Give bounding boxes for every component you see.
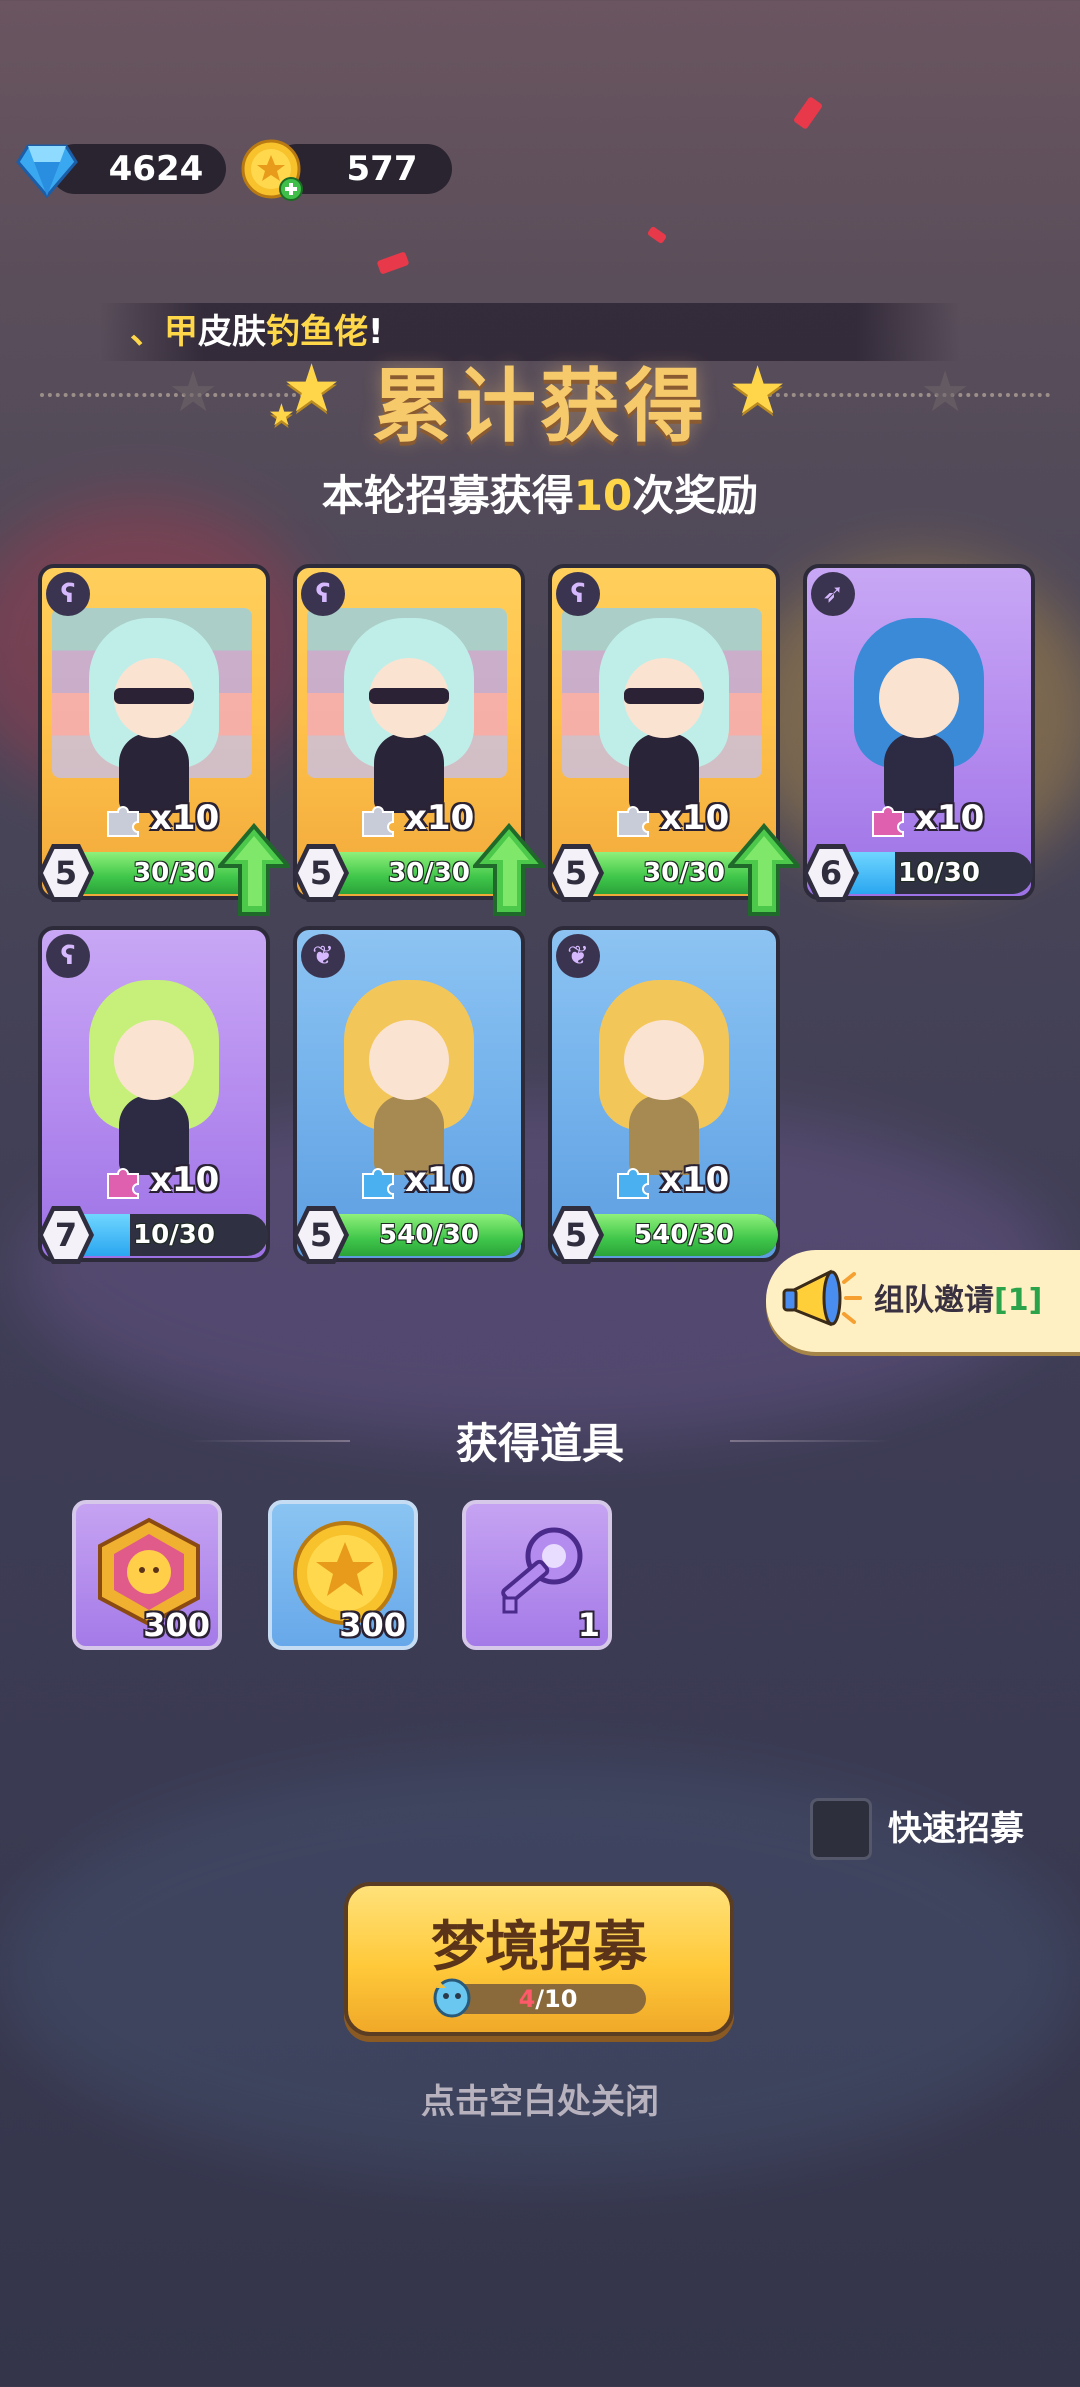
hero-card[interactable]: ❦ x10 540/30 5 bbox=[293, 926, 525, 1264]
level-badge: 5 bbox=[548, 844, 604, 902]
staff-icon: ʕ bbox=[46, 572, 90, 616]
dream-recruit-button[interactable]: 梦境招募 4/10 bbox=[344, 1882, 734, 2036]
level-number: 6 bbox=[819, 854, 843, 892]
wings-icon: ❦ bbox=[556, 934, 600, 978]
hero-portrait bbox=[324, 608, 494, 818]
close-hint: 点击空白处关闭 bbox=[421, 2082, 659, 2122]
quick-recruit-checkbox[interactable] bbox=[810, 1798, 872, 1860]
level-number: 5 bbox=[309, 1216, 333, 1254]
subtitle-prefix: 本轮招募获得 bbox=[321, 471, 574, 520]
hero-visor bbox=[114, 688, 194, 704]
team-invite-button[interactable]: 组队邀请[1] bbox=[766, 1250, 1080, 1352]
hero-card[interactable]: ʕ x10 30/30 5 bbox=[293, 564, 545, 916]
hero-portrait bbox=[69, 608, 239, 818]
item-quantity: 1 bbox=[577, 1606, 600, 1644]
hero-visor bbox=[369, 688, 449, 704]
subtitle-count: 10 bbox=[573, 471, 633, 520]
megaphone-icon bbox=[782, 1269, 862, 1327]
shard-count: x10 bbox=[150, 1160, 220, 1200]
upgrade-arrow-icon bbox=[473, 822, 545, 916]
hero-card[interactable]: ʕ x10 30/30 5 bbox=[38, 564, 290, 916]
bow-icon: ➶ bbox=[811, 572, 855, 616]
invite-count: [1] bbox=[994, 1283, 1043, 1318]
puzzle-shard-icon bbox=[362, 806, 394, 837]
subtitle-suffix: 次奖励 bbox=[632, 471, 759, 520]
level-number: 5 bbox=[309, 854, 333, 892]
hero-face bbox=[369, 1020, 449, 1100]
items-section-title: 获得道具 bbox=[455, 1419, 624, 1468]
level-badge: 7 bbox=[38, 1206, 94, 1264]
upgrade-arrow-icon bbox=[728, 822, 800, 916]
level-badge: 5 bbox=[293, 1206, 349, 1264]
hero-portrait bbox=[579, 970, 749, 1180]
puzzle-shard-icon bbox=[617, 1168, 649, 1199]
wings-icon: ❦ bbox=[301, 934, 345, 978]
hero-face bbox=[114, 1020, 194, 1100]
level-number: 5 bbox=[564, 854, 588, 892]
shard-count: x10 bbox=[405, 798, 475, 838]
level-number: 7 bbox=[54, 1216, 78, 1254]
shard-count: x10 bbox=[915, 798, 985, 838]
hero-portrait bbox=[579, 608, 749, 818]
upgrade-arrow-icon bbox=[218, 822, 290, 916]
reward-item-key[interactable]: 1 bbox=[462, 1500, 612, 1650]
recruit-progress-total: /10 bbox=[535, 1985, 578, 2013]
shard-count: x10 bbox=[660, 798, 730, 838]
hero-portrait bbox=[69, 970, 239, 1180]
shard-count: x10 bbox=[405, 1160, 475, 1200]
shard-count: x10 bbox=[150, 798, 220, 838]
shard-count: x10 bbox=[660, 1160, 730, 1200]
page-subtitle: 本轮招募获得10次奖励 bbox=[0, 462, 1080, 523]
hero-visor bbox=[624, 688, 704, 704]
quick-recruit-label: 快速招募 bbox=[888, 1809, 1024, 1849]
puzzle-shard-icon bbox=[107, 1168, 139, 1199]
reward-item-medal[interactable]: 300 bbox=[72, 1500, 222, 1650]
level-number: 5 bbox=[54, 854, 78, 892]
gem-icon bbox=[16, 144, 78, 199]
invite-text: 组队邀请 bbox=[874, 1283, 994, 1318]
level-number: 5 bbox=[564, 1216, 588, 1254]
hero-face bbox=[624, 1020, 704, 1100]
level-badge: 6 bbox=[803, 844, 859, 902]
recruit-progress-text: 4/10 bbox=[450, 1982, 646, 2016]
team-invite-label: 组队邀请[1] bbox=[874, 1250, 1042, 1352]
hero-portrait bbox=[834, 608, 1004, 818]
staff-icon: ʕ bbox=[556, 572, 600, 616]
item-quantity: 300 bbox=[339, 1606, 406, 1644]
staff-icon: ʕ bbox=[46, 934, 90, 978]
level-badge: 5 bbox=[38, 844, 94, 902]
puzzle-shard-icon bbox=[362, 1168, 394, 1199]
coin-amount: 577 bbox=[346, 149, 418, 189]
recruit-progress-current: 4 bbox=[518, 1985, 536, 2013]
level-badge: 5 bbox=[548, 1206, 604, 1264]
item-quantity: 300 bbox=[143, 1606, 210, 1644]
hero-card[interactable]: ʕ x10 30/30 5 bbox=[548, 564, 800, 916]
staff-icon: ʕ bbox=[301, 572, 345, 616]
reward-item-coin[interactable]: 300 bbox=[268, 1500, 418, 1650]
add-coin-icon[interactable] bbox=[241, 139, 305, 203]
confetti bbox=[646, 225, 668, 245]
puzzle-shard-icon bbox=[617, 806, 649, 837]
puzzle-shard-icon bbox=[107, 806, 139, 837]
hero-card[interactable]: ➶ x10 10/30 6 bbox=[803, 564, 1035, 902]
hero-card[interactable]: ʕ x10 10/30 7 bbox=[38, 926, 270, 1264]
confetti bbox=[792, 96, 824, 130]
puzzle-shard-icon bbox=[872, 806, 904, 837]
hero-portrait bbox=[324, 970, 494, 1180]
hero-face bbox=[879, 658, 959, 738]
hero-card[interactable]: ❦ x10 540/30 5 bbox=[548, 926, 780, 1264]
recruit-button-label: 梦境招募 bbox=[431, 1915, 647, 1978]
page-title: 累计获得 bbox=[372, 360, 708, 453]
confetti bbox=[376, 251, 410, 275]
gem-amount: 4624 bbox=[108, 149, 204, 189]
level-badge: 5 bbox=[293, 844, 349, 902]
